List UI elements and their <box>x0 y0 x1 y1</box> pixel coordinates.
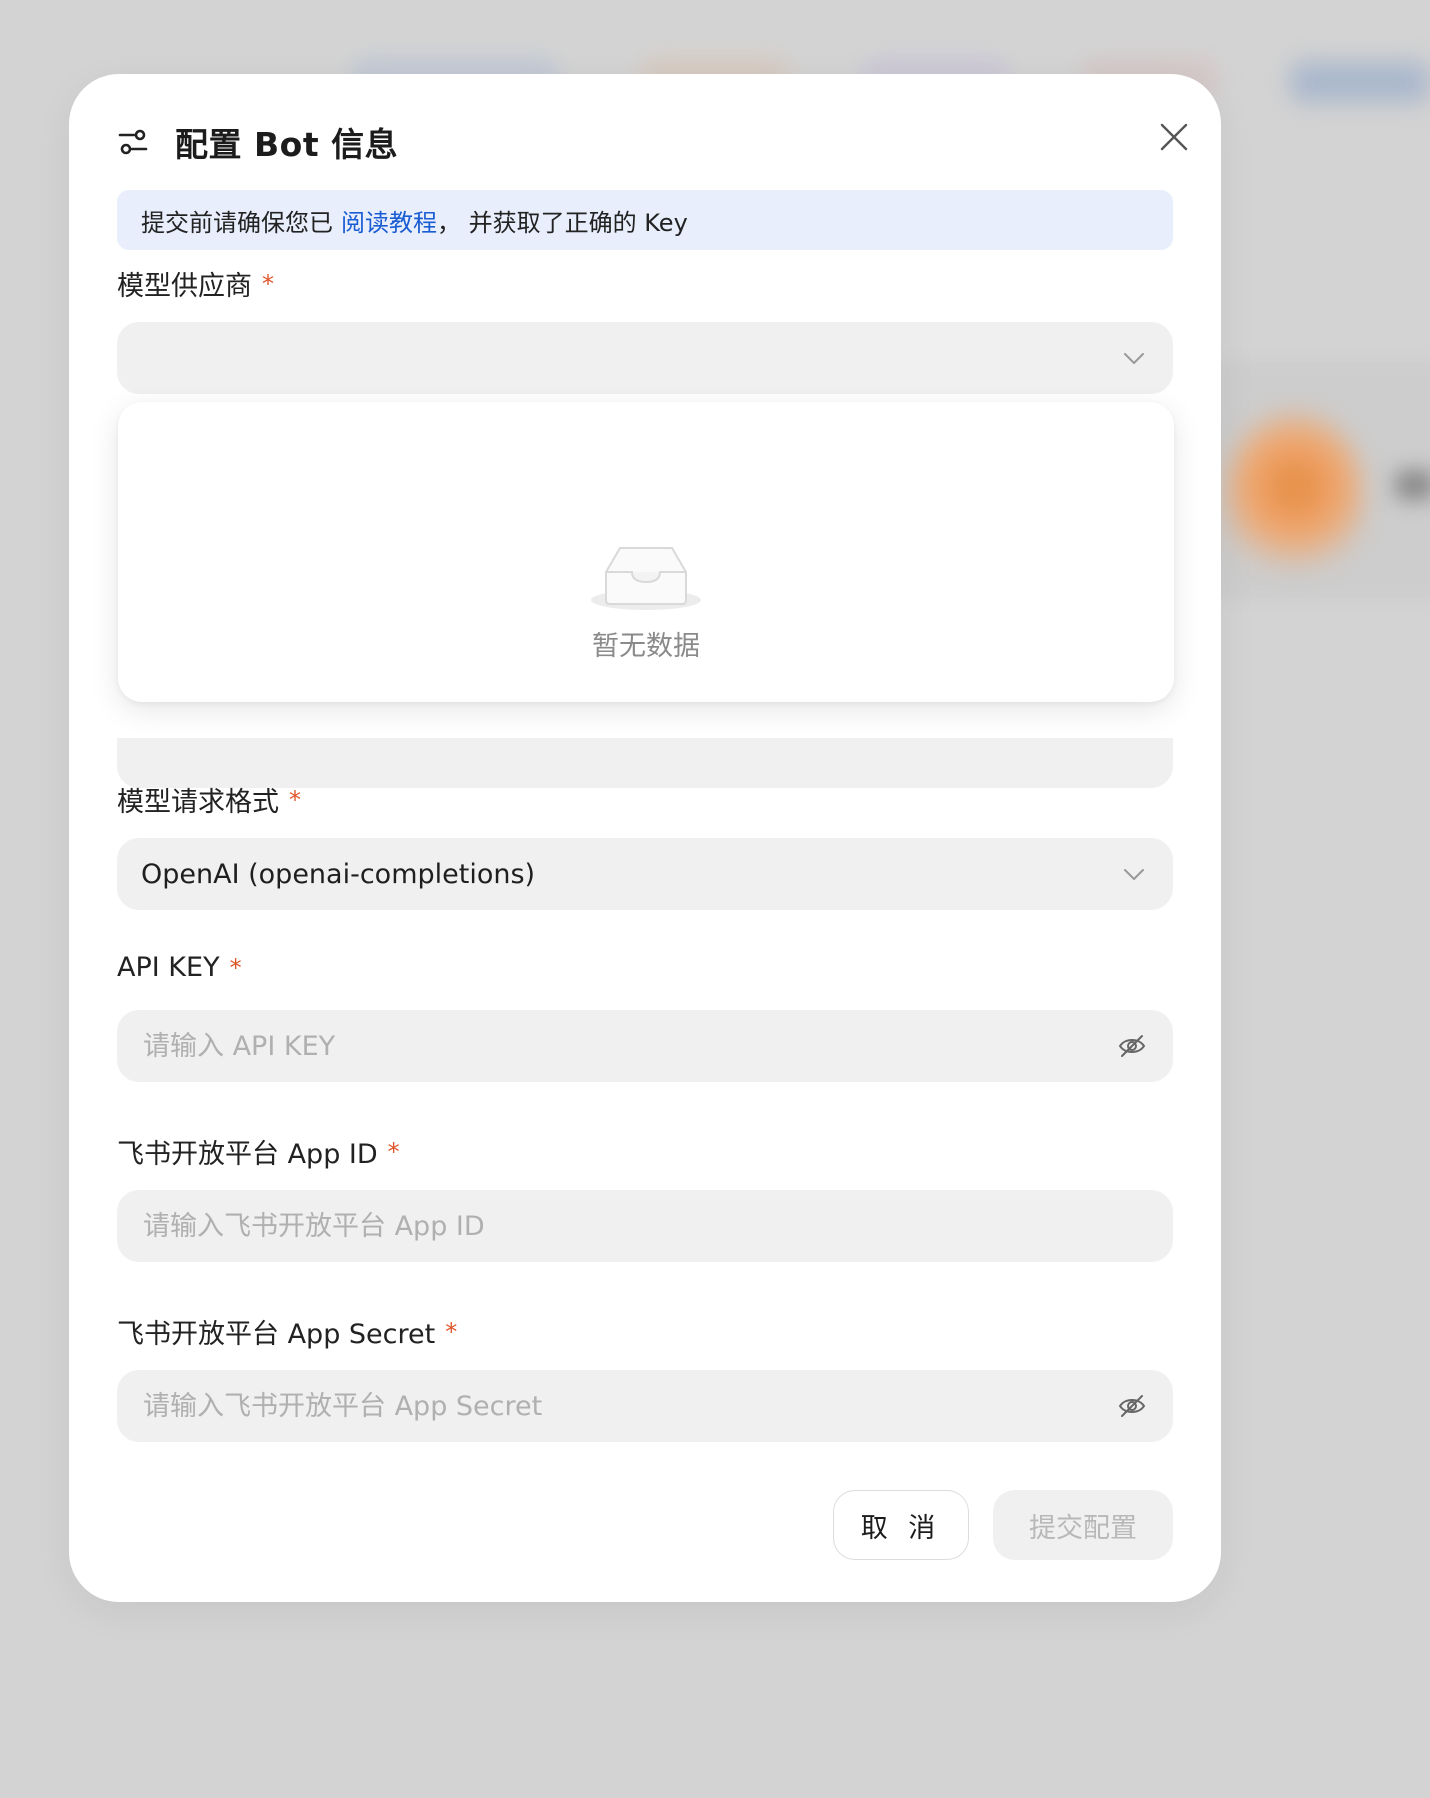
app-secret-label: 飞书开放平台 App Secret * <box>117 1312 457 1351</box>
config-bot-dialog: 配置 Bot 信息 提交前请确保您已 阅读教程 ， 并获取了正确的 Key 模型… <box>69 74 1221 1602</box>
api-key-label: API KEY * <box>117 952 242 983</box>
request-format-label-text: 模型请求格式 <box>117 787 279 818</box>
app-secret-label-text: 飞书开放平台 App Secret <box>117 1319 436 1350</box>
app-id-field <box>117 1190 1173 1262</box>
eye-off-icon[interactable] <box>1115 1029 1149 1063</box>
blurred-tab <box>1290 62 1430 102</box>
app-id-label-text: 飞书开放平台 App ID <box>117 1139 378 1170</box>
close-icon <box>1160 123 1188 151</box>
required-mark: * <box>289 785 301 814</box>
notice-prefix: 提交前请确保您已 <box>141 208 333 237</box>
api-key-field <box>117 1010 1173 1082</box>
app-id-label: 飞书开放平台 App ID * <box>117 1132 400 1171</box>
blurred-text <box>1395 470 1430 500</box>
dialog-title: 配置 Bot 信息 <box>175 125 399 164</box>
request-format-value: OpenAI (openai-completions) <box>141 858 536 890</box>
app-secret-input[interactable] <box>141 1389 1115 1423</box>
blurred-illustration <box>1225 410 1365 580</box>
cancel-button[interactable]: 取 消 <box>833 1490 969 1560</box>
request-format-label: 模型请求格式 * <box>117 780 301 819</box>
chevron-down-icon <box>1119 859 1149 889</box>
close-button[interactable] <box>1147 110 1201 164</box>
api-key-label-text: API KEY <box>117 952 220 983</box>
chevron-down-icon <box>1119 343 1149 373</box>
provider-select[interactable] <box>117 322 1173 394</box>
tutorial-link[interactable]: 阅读教程 <box>341 203 437 238</box>
eye-off-icon[interactable] <box>1115 1389 1149 1423</box>
app-id-input[interactable] <box>141 1209 1149 1243</box>
provider-label-text: 模型供应商 <box>117 271 252 302</box>
tutorial-notice: 提交前请确保您已 阅读教程 ， 并获取了正确的 Key <box>117 190 1173 250</box>
provider-dropdown: 暂无数据 <box>118 402 1174 702</box>
request-format-select[interactable]: OpenAI (openai-completions) <box>117 838 1173 910</box>
submit-config-button[interactable]: 提交配置 <box>993 1490 1173 1560</box>
dialog-header: 配置 Bot 信息 <box>117 114 398 170</box>
required-mark: * <box>387 1137 400 1166</box>
api-key-input[interactable] <box>141 1029 1115 1063</box>
required-mark: * <box>229 953 242 982</box>
empty-text: 暂无数据 <box>592 631 700 662</box>
required-mark: * <box>262 269 274 298</box>
notice-suffix: ， 并获取了正确的 Key <box>437 208 688 237</box>
settings-sliders-icon <box>117 126 149 158</box>
empty-inbox-icon <box>591 547 701 610</box>
app-secret-field <box>117 1370 1173 1442</box>
provider-label: 模型供应商 * <box>117 264 274 303</box>
required-mark: * <box>445 1317 458 1346</box>
